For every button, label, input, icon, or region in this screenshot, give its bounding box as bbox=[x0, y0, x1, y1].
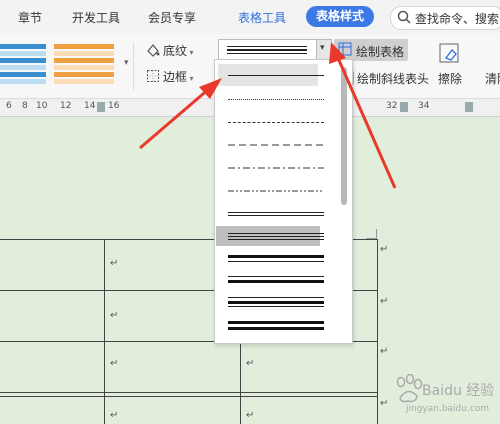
watermark-url: jingyan.baidu.com bbox=[406, 404, 490, 414]
watermark-site: Baidu 经验 bbox=[422, 383, 495, 399]
annotation-arrow-right bbox=[336, 57, 397, 189]
annotation-arrowhead-right bbox=[329, 42, 346, 64]
annotation-arrows bbox=[139, 42, 397, 189]
paw-logo-icon bbox=[396, 374, 423, 403]
annotation-arrow-left bbox=[139, 86, 211, 150]
watermark: Baidu 经验 jingyan.baidu.com bbox=[392, 372, 500, 422]
